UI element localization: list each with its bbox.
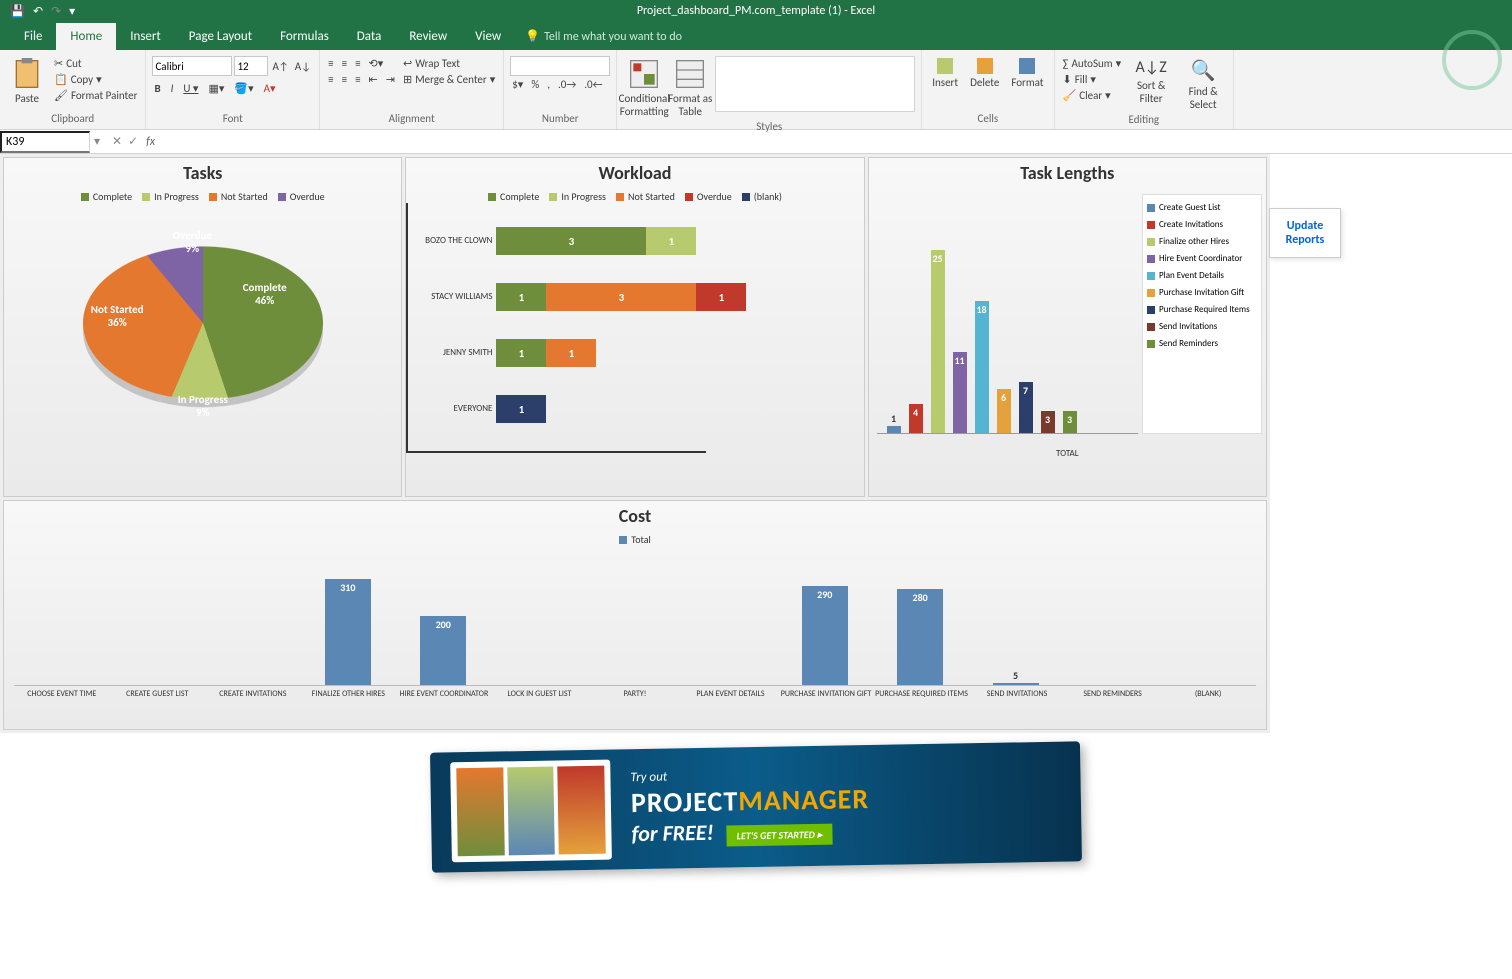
ribbon-tabs: File Home Insert Page Layout Formulas Da… xyxy=(0,22,1512,50)
group-label: Clipboard xyxy=(6,112,139,127)
group-clipboard: Paste ✂ Cut 📋 Copy ▾ 🖌 Format Painter Cl… xyxy=(0,50,146,129)
format-as-table-button[interactable]: Format as Table xyxy=(669,56,711,120)
tasks-pie-chart: Complete46% In Progress9% Not Started36%… xyxy=(73,223,333,453)
update-reports-button[interactable]: UpdateReports xyxy=(1269,208,1341,258)
italic-button[interactable]: I xyxy=(169,81,176,96)
tab-view[interactable]: View xyxy=(461,23,515,50)
group-alignment: ≡ ≡ ≡ ⟲▾ ≡ ≡ ≡ ⇤ ⇥ ↩ Wrap Text ⊞ Merge &… xyxy=(320,50,504,129)
tab-home[interactable]: Home xyxy=(56,23,116,50)
lets-get-started-button[interactable]: LET'S GET STARTED ▸ xyxy=(727,824,833,847)
font-color-button[interactable]: A▾ xyxy=(262,81,278,96)
comma-button[interactable]: , xyxy=(545,77,552,92)
fx-icon[interactable]: fx xyxy=(146,135,161,149)
group-font: A↑ A↓ B I U ▾ ▦▾ 🪣▾ A▾ Font xyxy=(146,50,320,129)
cost-panel[interactable]: Cost Total 3102002902805 CHOOSE EVENT TI… xyxy=(3,500,1267,730)
redo-icon[interactable]: ↷ xyxy=(51,4,61,19)
dec-decimal-button[interactable]: .0← xyxy=(582,77,604,92)
name-box-dropdown[interactable]: ▾ xyxy=(90,134,104,149)
window-title: Project_dashboard_PM.com_template (1) - … xyxy=(637,4,875,18)
align-center-button[interactable]: ≡ xyxy=(340,72,349,87)
formula-input[interactable] xyxy=(161,133,1512,151)
group-number: $▾ % , .0→ .0← Number xyxy=(504,50,617,129)
format-painter-button[interactable]: 🖌 Format Painter xyxy=(52,88,139,103)
inc-decimal-button[interactable]: .0→ xyxy=(556,77,578,92)
task-lengths-legend: Create Guest ListCreate InvitationsFinal… xyxy=(1142,194,1262,434)
font-name-input[interactable] xyxy=(152,56,232,76)
cancel-formula-icon[interactable]: ✕ xyxy=(112,134,122,149)
align-left-button[interactable]: ≡ xyxy=(326,72,335,87)
projectmanager-ad[interactable]: Try out PROJECTMANAGER for FREE! LET'S G… xyxy=(430,741,1082,872)
tell-me[interactable]: 💡 Tell me what you want to do xyxy=(525,29,682,50)
align-right-button[interactable]: ≡ xyxy=(353,72,362,87)
qat-dropdown-icon[interactable]: ▾ xyxy=(69,4,75,19)
dashboard-area: Tasks Complete In Progress Not Started O… xyxy=(0,154,1270,733)
help-circle-icon xyxy=(1442,30,1502,90)
find-select-button[interactable]: 🔍Find & Select xyxy=(1179,56,1227,113)
group-editing: ∑ AutoSum ▾ ⬇ Fill ▾ 🧹 Clear ▾ A↓ZSort &… xyxy=(1055,50,1235,129)
wrap-text-button[interactable]: ↩ Wrap Text xyxy=(401,56,497,71)
ribbon: Paste ✂ Cut 📋 Copy ▾ 🖌 Format Painter Cl… xyxy=(0,50,1512,130)
number-format-input[interactable] xyxy=(510,56,610,76)
decrease-font-button[interactable]: A↓ xyxy=(293,56,313,76)
orientation-button[interactable]: ⟲▾ xyxy=(367,56,386,71)
tab-formulas[interactable]: Formulas xyxy=(266,23,343,50)
workload-panel[interactable]: Workload Complete In Progress Not Starte… xyxy=(405,157,864,497)
tab-data[interactable]: Data xyxy=(343,23,396,50)
conditional-formatting-button[interactable]: Conditional Formatting xyxy=(623,56,665,120)
title-bar: 💾 ↶ ↷ ▾ Project_dashboard_PM.com_templat… xyxy=(0,0,1512,22)
save-icon[interactable]: 💾 xyxy=(10,4,25,19)
undo-icon[interactable]: ↶ xyxy=(33,4,43,19)
cost-chart: 3102002902805 xyxy=(14,556,1256,686)
copy-button[interactable]: 📋 Copy ▾ xyxy=(52,72,139,87)
quick-access-toolbar: 💾 ↶ ↷ ▾ xyxy=(10,4,75,19)
underline-button[interactable]: U ▾ xyxy=(181,81,200,96)
sort-filter-button[interactable]: A↓ZSort & Filter xyxy=(1127,56,1175,107)
font-size-input[interactable] xyxy=(234,56,268,76)
merge-center-button[interactable]: ⊞ Merge & Center ▾ xyxy=(401,72,497,87)
paste-button[interactable]: Paste xyxy=(6,56,48,107)
autosum-button[interactable]: ∑ AutoSum ▾ xyxy=(1061,56,1124,71)
align-bottom-button[interactable]: ≡ xyxy=(353,56,362,71)
fill-button[interactable]: ⬇ Fill ▾ xyxy=(1061,72,1124,87)
task-lengths-panel[interactable]: UpdateReports Task Lengths 142511186733 … xyxy=(868,157,1267,497)
border-button[interactable]: ▦▾ xyxy=(206,81,226,96)
tab-review[interactable]: Review xyxy=(395,23,461,50)
format-cells-button[interactable]: Format xyxy=(1007,56,1047,91)
group-styles: Conditional Formatting Format as Table S… xyxy=(617,50,922,129)
currency-button[interactable]: $▾ xyxy=(510,77,525,92)
tasks-panel[interactable]: Tasks Complete In Progress Not Started O… xyxy=(3,157,402,497)
tab-insert[interactable]: Insert xyxy=(116,23,175,50)
fill-color-button[interactable]: 🪣▾ xyxy=(232,81,255,96)
tab-page-layout[interactable]: Page Layout xyxy=(175,23,266,50)
percent-button[interactable]: % xyxy=(529,77,541,92)
enter-formula-icon[interactable]: ✓ xyxy=(128,134,138,149)
indent-dec-button[interactable]: ⇤ xyxy=(367,72,380,87)
cell-styles-gallery[interactable] xyxy=(715,56,915,112)
insert-cells-button[interactable]: Insert xyxy=(928,56,962,91)
workload-chart: BOZO THE CLOWN31STACY WILLIAMS131JENNY S… xyxy=(406,203,863,453)
name-box[interactable] xyxy=(0,131,90,153)
align-middle-button[interactable]: ≡ xyxy=(340,56,349,71)
increase-font-button[interactable]: A↑ xyxy=(270,56,290,76)
align-top-button[interactable]: ≡ xyxy=(326,56,335,71)
clear-button[interactable]: 🧹 Clear ▾ xyxy=(1061,88,1124,103)
tab-file[interactable]: File xyxy=(10,23,56,50)
task-lengths-chart: 142511186733 xyxy=(877,194,1138,434)
indent-inc-button[interactable]: ⇥ xyxy=(384,72,397,87)
delete-cells-button[interactable]: Delete xyxy=(966,56,1003,91)
ad-thumbnail-icon xyxy=(450,760,612,863)
cut-button[interactable]: ✂ Cut xyxy=(52,56,139,71)
group-cells: Insert Delete Format Cells xyxy=(922,50,1054,129)
bold-button[interactable]: B xyxy=(152,81,162,96)
